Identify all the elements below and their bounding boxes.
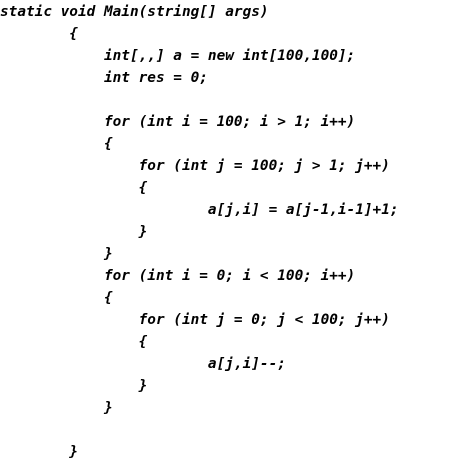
code-line-12: }: [0, 246, 113, 262]
code-line-2: {: [0, 26, 78, 42]
code-line-14: {: [0, 290, 113, 306]
code-line-15: for (int j = 0; j < 100; j++): [0, 312, 390, 328]
code-view: static void Main(string[] args) { int[,,…: [0, 0, 470, 469]
code-line-6: for (int i = 100; i > 1; i++): [0, 114, 356, 130]
code-line-9: {: [0, 180, 148, 196]
code-line-13: for (int i = 0; i < 100; i++): [0, 268, 356, 284]
code-line-7: {: [0, 136, 113, 152]
code-line-4: int res = 0;: [0, 70, 208, 86]
code-line-8: for (int j = 100; j > 1; j++): [0, 158, 390, 174]
code-line-18: }: [0, 378, 148, 394]
code-line-11: }: [0, 224, 148, 240]
code-line-16: {: [0, 334, 148, 350]
code-line-21: }: [0, 444, 78, 460]
code-line-1: static void Main(string[] args): [0, 4, 269, 20]
code-line-3: int[,,] a = new int[100,100];: [0, 48, 356, 64]
code-line-17: a[j,i]--;: [0, 356, 286, 372]
code-line-19: }: [0, 400, 113, 416]
code-line-10: a[j,i] = a[j-1,i-1]+1;: [0, 202, 399, 218]
